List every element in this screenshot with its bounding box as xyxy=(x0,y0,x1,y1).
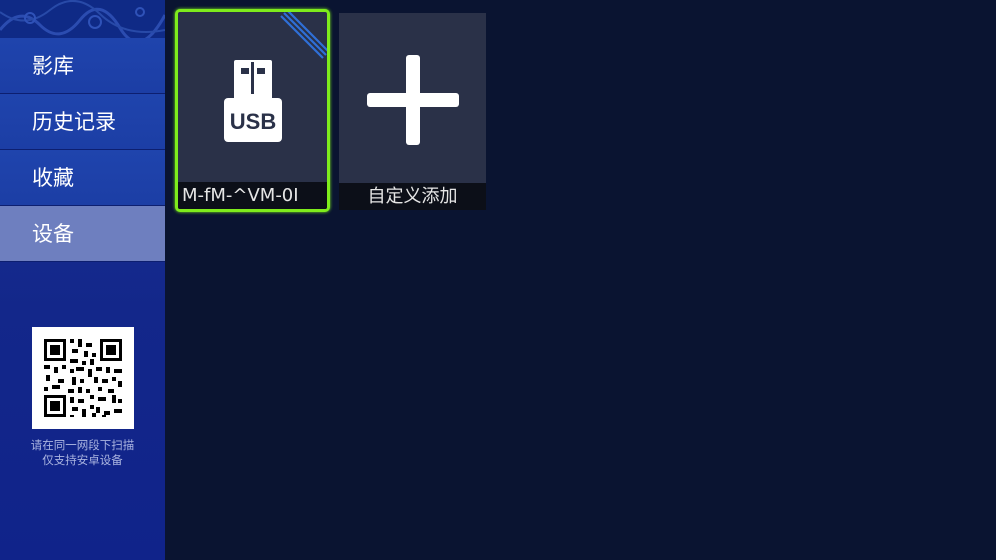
sidebar-menu: 影库 历史记录 收藏 设备 xyxy=(0,38,165,262)
sidebar-header-ornament xyxy=(0,0,165,38)
sidebar-item-favorites[interactable]: 收藏 xyxy=(0,150,165,206)
qr-caption: 请在同一网段下扫描 仅支持安卓设备 xyxy=(0,438,165,468)
plus-icon xyxy=(367,55,459,145)
qr-caption-line-2: 仅支持安卓设备 xyxy=(42,453,123,467)
sidebar-item-library[interactable]: 影库 xyxy=(0,38,165,94)
sidebar-item-label: 设备 xyxy=(32,222,74,246)
sidebar: 影库 历史记录 收藏 设备 请在同一网段下扫描 仅支持安卓设备 xyxy=(0,0,165,560)
device-label: 自定义添加 xyxy=(339,183,486,210)
sidebar-item-label: 影库 xyxy=(32,54,74,78)
qr-code-icon xyxy=(32,327,134,429)
sidebar-item-label: 历史记录 xyxy=(32,110,116,134)
device-tile-add-custom[interactable]: 自定义添加 xyxy=(339,13,486,210)
sidebar-item-label: 收藏 xyxy=(32,166,74,190)
device-label: M-fM-^VM-0I xyxy=(178,182,327,209)
qr-caption-line-1: 请在同一网段下扫描 xyxy=(30,438,135,452)
sidebar-item-devices[interactable]: 设备 xyxy=(0,206,165,262)
device-tile-usb[interactable]: USB M-fM-^VM-0I xyxy=(175,9,330,212)
svg-text:USB: USB xyxy=(230,109,276,134)
sidebar-item-history[interactable]: 历史记录 xyxy=(0,94,165,150)
usb-drive-icon: USB xyxy=(224,60,282,142)
